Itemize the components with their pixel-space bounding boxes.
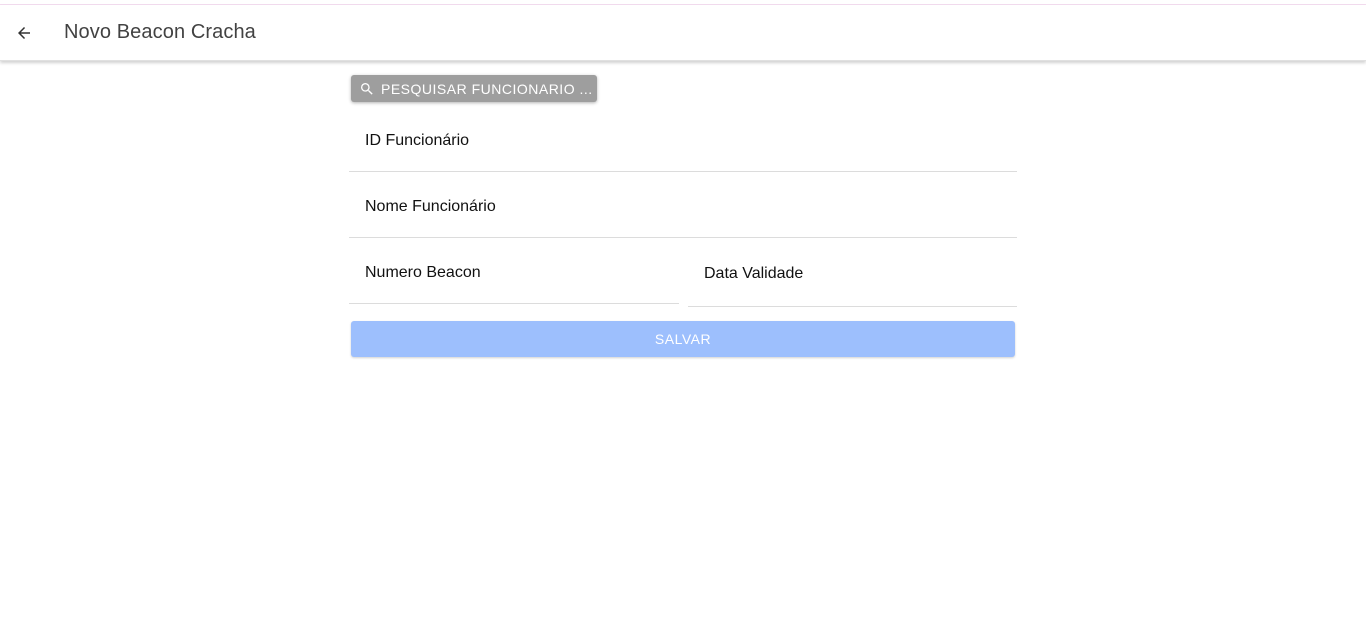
back-button[interactable] bbox=[8, 17, 40, 49]
employee-name-field[interactable] bbox=[349, 176, 1017, 237]
save-button[interactable]: SALVAR bbox=[351, 321, 1015, 357]
employee-name-field-container bbox=[349, 176, 1017, 238]
expiry-date-field-container bbox=[688, 242, 1017, 307]
search-employee-label: PESQUISAR FUNCIONARIO ... bbox=[381, 80, 593, 97]
arrow-left-icon bbox=[18, 27, 30, 39]
employee-id-field-container bbox=[349, 110, 1017, 172]
expiry-date-field[interactable] bbox=[688, 242, 1017, 306]
app-bar: Novo Beacon Cracha bbox=[0, 5, 1366, 61]
employee-id-field[interactable] bbox=[349, 110, 1017, 171]
beacon-number-field-container bbox=[349, 242, 679, 304]
beacon-number-field[interactable] bbox=[349, 242, 679, 303]
page-title: Novo Beacon Cracha bbox=[64, 21, 256, 43]
search-icon bbox=[361, 82, 373, 95]
search-employee-button[interactable]: PESQUISAR FUNCIONARIO ... bbox=[351, 75, 597, 102]
